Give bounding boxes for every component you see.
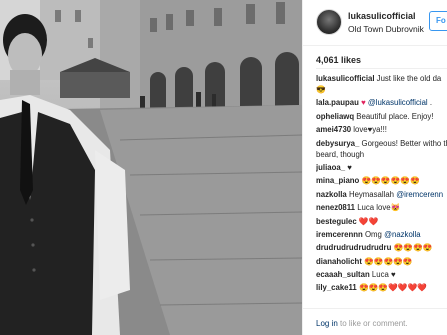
comment: lily_cake11 😍😍😍❤️❤️❤️❤️ (316, 282, 447, 293)
divider (316, 68, 447, 69)
comment-username[interactable]: nazkolla (316, 190, 347, 199)
comment-username[interactable]: lily_cake11 (316, 283, 357, 292)
comment-username[interactable]: juliaoa_ (316, 163, 345, 172)
comment-username[interactable]: iremcerennn (316, 230, 363, 239)
comment-text: 😍😍😍😍 (393, 243, 433, 253)
comment: iremcerennn Omg @nazkolla (316, 229, 447, 240)
avatar[interactable] (316, 9, 342, 35)
comment: lukasulicofficial Just like the old da 😎 (316, 73, 447, 95)
comment-text: ♥ (361, 98, 366, 108)
comment: ecaaah_sultan Luca ♥ (316, 269, 447, 280)
comment-text: love♥ya!!! (353, 125, 387, 135)
comment-text: Omg (364, 229, 382, 239)
comment: bestegulec ❤️❤️ (316, 216, 447, 227)
comment: mina_piano 😍😍😍😍😍😍 (316, 175, 447, 186)
post-footer: Log in to like or comment. (303, 308, 447, 335)
login-prompt: Log in to like or comment. (316, 319, 408, 328)
header-location[interactable]: Old Town Dubrovnik (348, 24, 424, 34)
comment: dianaholicht 😍😍😍😍😍 (316, 256, 447, 267)
comment-username[interactable]: drudrudrudrudrudru (316, 243, 391, 252)
comment: debysurya_ Gorgeous! Better witho the be… (316, 138, 447, 160)
comment-extra: 😎 (316, 85, 326, 94)
comment-username[interactable]: lala.paupau (316, 98, 359, 107)
comment: juliaoa_ ♥ (316, 162, 447, 173)
comment-username[interactable]: opheliawq (316, 112, 354, 121)
comment-tail: . (429, 98, 433, 108)
comment-text: 😍😍😍❤️❤️❤️❤️ (358, 283, 427, 293)
post-photo (0, 0, 302, 335)
comment: opheliawq Beautiful place. Enjoy! (316, 111, 447, 122)
comment-text: Luca ♥ (371, 270, 396, 280)
photo-scene (0, 0, 302, 335)
comment-username[interactable]: mina_piano (316, 176, 359, 185)
comment-text: 😍😍😍😍😍😍 (361, 176, 420, 186)
login-prompt-text: to like or comment. (340, 319, 408, 328)
comment-username[interactable]: lukasulicofficial (316, 74, 375, 83)
comment-username[interactable]: bestegulec (316, 217, 357, 226)
comment-username[interactable]: nenez0811 (316, 203, 355, 212)
comment-text: Heymasallah (348, 189, 395, 199)
comment: nazkolla Heymasallah @iremcerenn (316, 189, 447, 200)
follow-button[interactable]: Fo (429, 11, 447, 31)
comment-username[interactable]: debysurya_ (316, 139, 359, 148)
comment: drudrudrudrudrudru 😍😍😍😍 (316, 242, 447, 253)
comment-username[interactable]: amei4730 (316, 125, 351, 134)
comment-text: ♥ (347, 162, 352, 172)
comment-username[interactable]: dianaholicht (316, 257, 362, 266)
comment-text: Beautiful place. Enjoy! (356, 111, 434, 121)
comment-mention[interactable]: @nazkolla (384, 230, 421, 239)
comment-text: 😍😍😍😍😍 (364, 256, 413, 266)
login-link[interactable]: Log in (316, 319, 338, 328)
post-side-panel: lukasulicofficial Old Town Dubrovnik Fo … (302, 0, 447, 335)
comment: lala.paupau ♥ @lukasulicofficial . (316, 97, 447, 108)
comment-username[interactable]: ecaaah_sultan (316, 270, 370, 279)
comments-list: lukasulicofficial Just like the old da 😎… (316, 73, 447, 305)
comment: nenez0811 Luca love😻 (316, 202, 447, 213)
comment-text: Just like the old da (376, 74, 442, 83)
comment: amei4730 love♥ya!!! (316, 124, 447, 135)
header-username[interactable]: lukasulicofficial (348, 11, 416, 21)
likes-count[interactable]: 4,061 likes (316, 55, 361, 65)
comment-text: Luca love😻 (357, 203, 401, 213)
comment-mention[interactable]: @lukasulicofficial (368, 98, 428, 107)
comment-text: ❤️❤️ (358, 216, 379, 226)
post-header: lukasulicofficial Old Town Dubrovnik Fo (303, 0, 447, 46)
comment-mention[interactable]: @iremcerenn (396, 190, 443, 199)
